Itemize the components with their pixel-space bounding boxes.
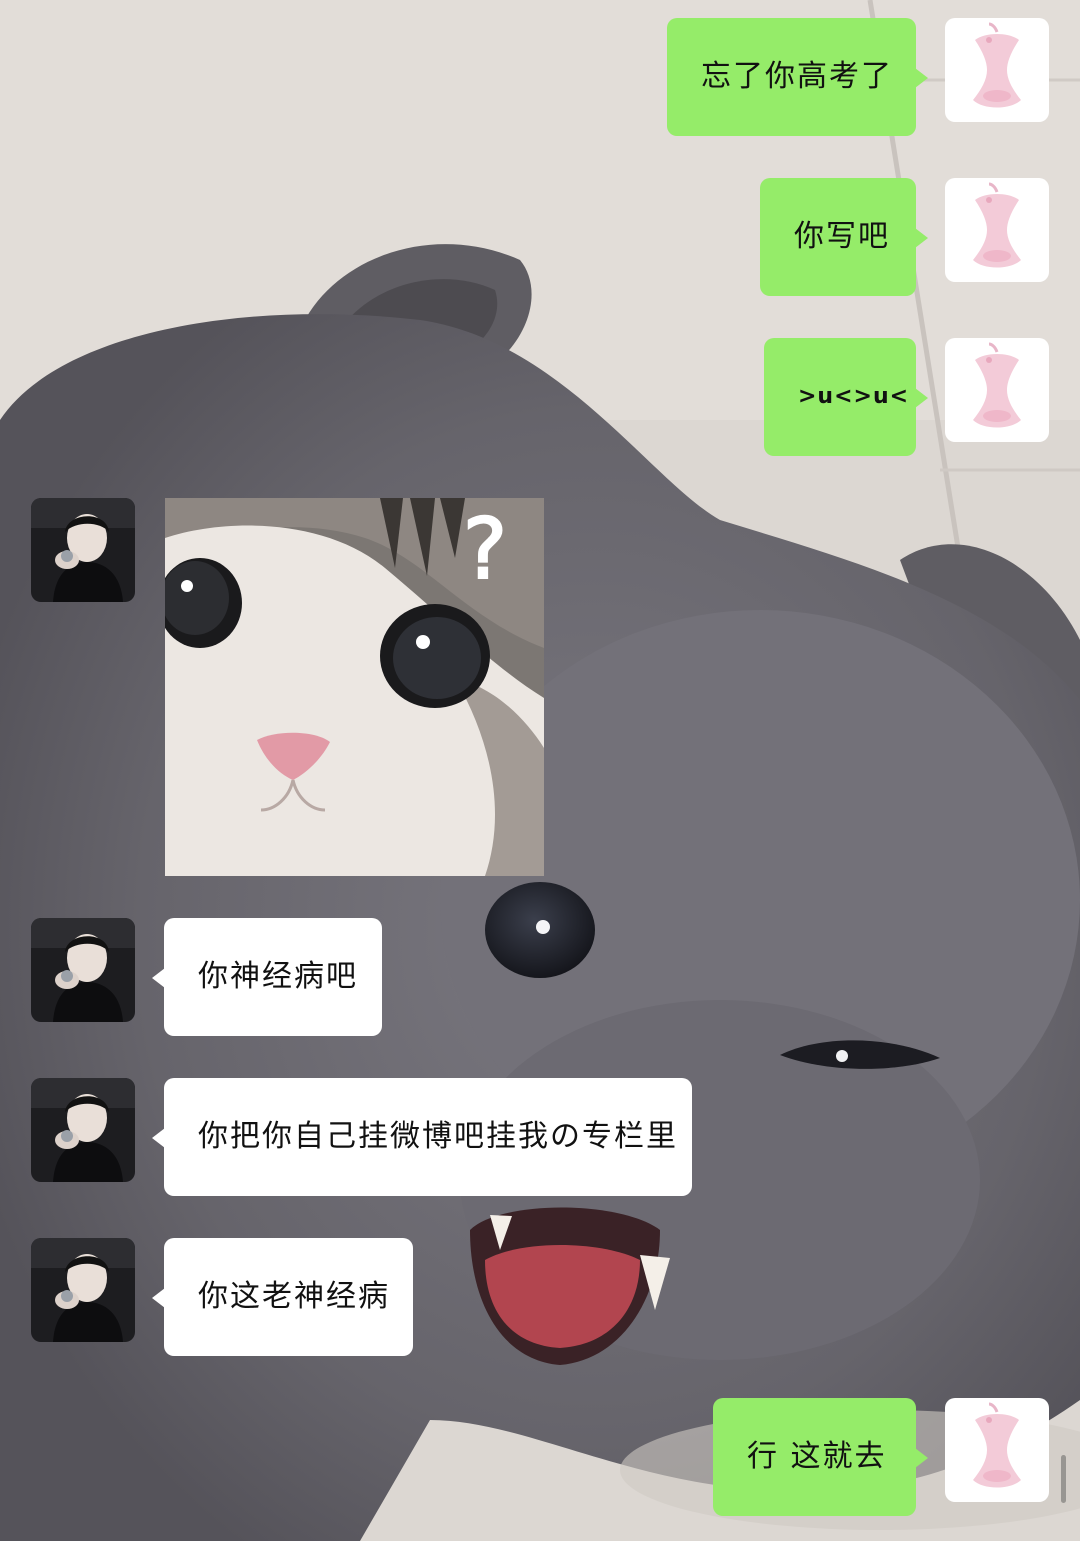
my-message-bubble[interactable]: 你写吧 [760,178,928,296]
my-message-bubble[interactable]: >u<>u< [764,338,928,456]
my-message-bubble[interactable]: 忘了你高考了 [667,18,928,136]
pink-apple-core-avatar-icon [945,338,1049,442]
pink-apple-core-avatar-icon [945,1398,1049,1502]
message-row: 你写吧 [0,160,1080,300]
pink-apple-core-avatar-icon [945,178,1049,282]
other-avatar[interactable] [31,1238,135,1342]
message-row: >u<>u< [0,320,1080,460]
question-kitten-sticker[interactable]: ? [165,498,544,876]
person-photo-avatar-icon [31,1238,135,1342]
message-row: 你这老神经病 [0,1220,1080,1360]
other-message-bubble[interactable]: 你把你自己挂微博吧挂我の专栏里 [152,1078,692,1196]
my-message-bubble[interactable]: 行 这就去 [713,1398,928,1516]
question-mark: ? [463,500,508,598]
my-avatar[interactable] [945,338,1049,442]
other-message-bubble[interactable]: 你这老神经病 [152,1238,413,1356]
scrollbar[interactable] [1061,1455,1066,1503]
other-avatar[interactable] [31,918,135,1022]
person-photo-avatar-icon [31,1078,135,1182]
person-photo-avatar-icon [31,498,135,602]
other-avatar[interactable] [31,1078,135,1182]
pink-apple-core-avatar-icon [945,18,1049,122]
other-avatar[interactable] [31,498,135,602]
message-row: 你神经病吧 [0,900,1080,1040]
my-avatar[interactable] [945,1398,1049,1502]
my-avatar[interactable] [945,178,1049,282]
person-photo-avatar-icon [31,918,135,1022]
message-row: 忘了你高考了 [0,0,1080,140]
message-row: 你把你自己挂微博吧挂我の专栏里 [0,1060,1080,1200]
other-message-bubble[interactable]: 你神经病吧 [152,918,382,1036]
my-avatar[interactable] [945,18,1049,122]
question-kitten-sticker-image: ? [165,498,544,876]
message-row: 行 这就去 [0,1380,1080,1520]
